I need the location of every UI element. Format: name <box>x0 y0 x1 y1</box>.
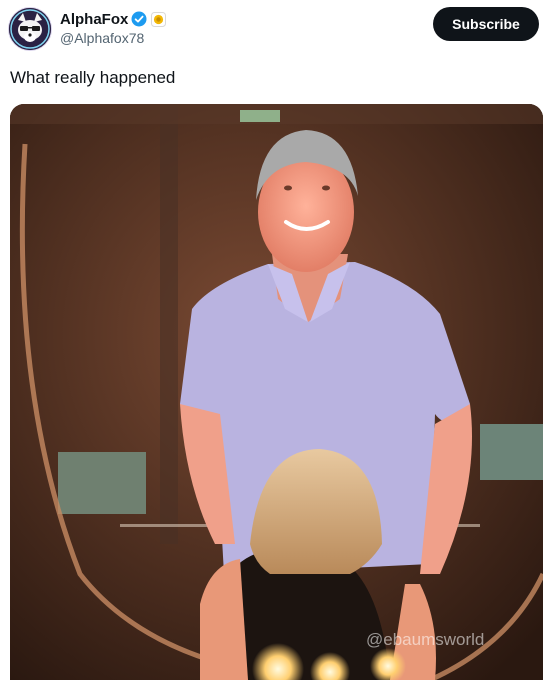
watermark-text: @ebaumsworld <box>366 630 485 649</box>
avatar[interactable] <box>8 7 52 51</box>
display-name[interactable]: AlphaFox <box>60 11 128 28</box>
post-text: What really happened <box>10 68 176 87</box>
gold-badge-icon[interactable] <box>151 11 167 27</box>
subscribe-button[interactable]: Subscribe <box>433 7 539 41</box>
handle[interactable]: @Alphafox78 <box>60 30 144 46</box>
post-header: AlphaFox @Alphafox78 Subscribe <box>0 0 544 60</box>
author-name-row: AlphaFox <box>60 9 167 29</box>
post-media-photo[interactable]: @ebaumsworld <box>10 104 543 680</box>
fox-avatar-icon <box>9 8 51 50</box>
verified-badge-icon <box>131 11 147 27</box>
photo-image <box>10 104 543 680</box>
